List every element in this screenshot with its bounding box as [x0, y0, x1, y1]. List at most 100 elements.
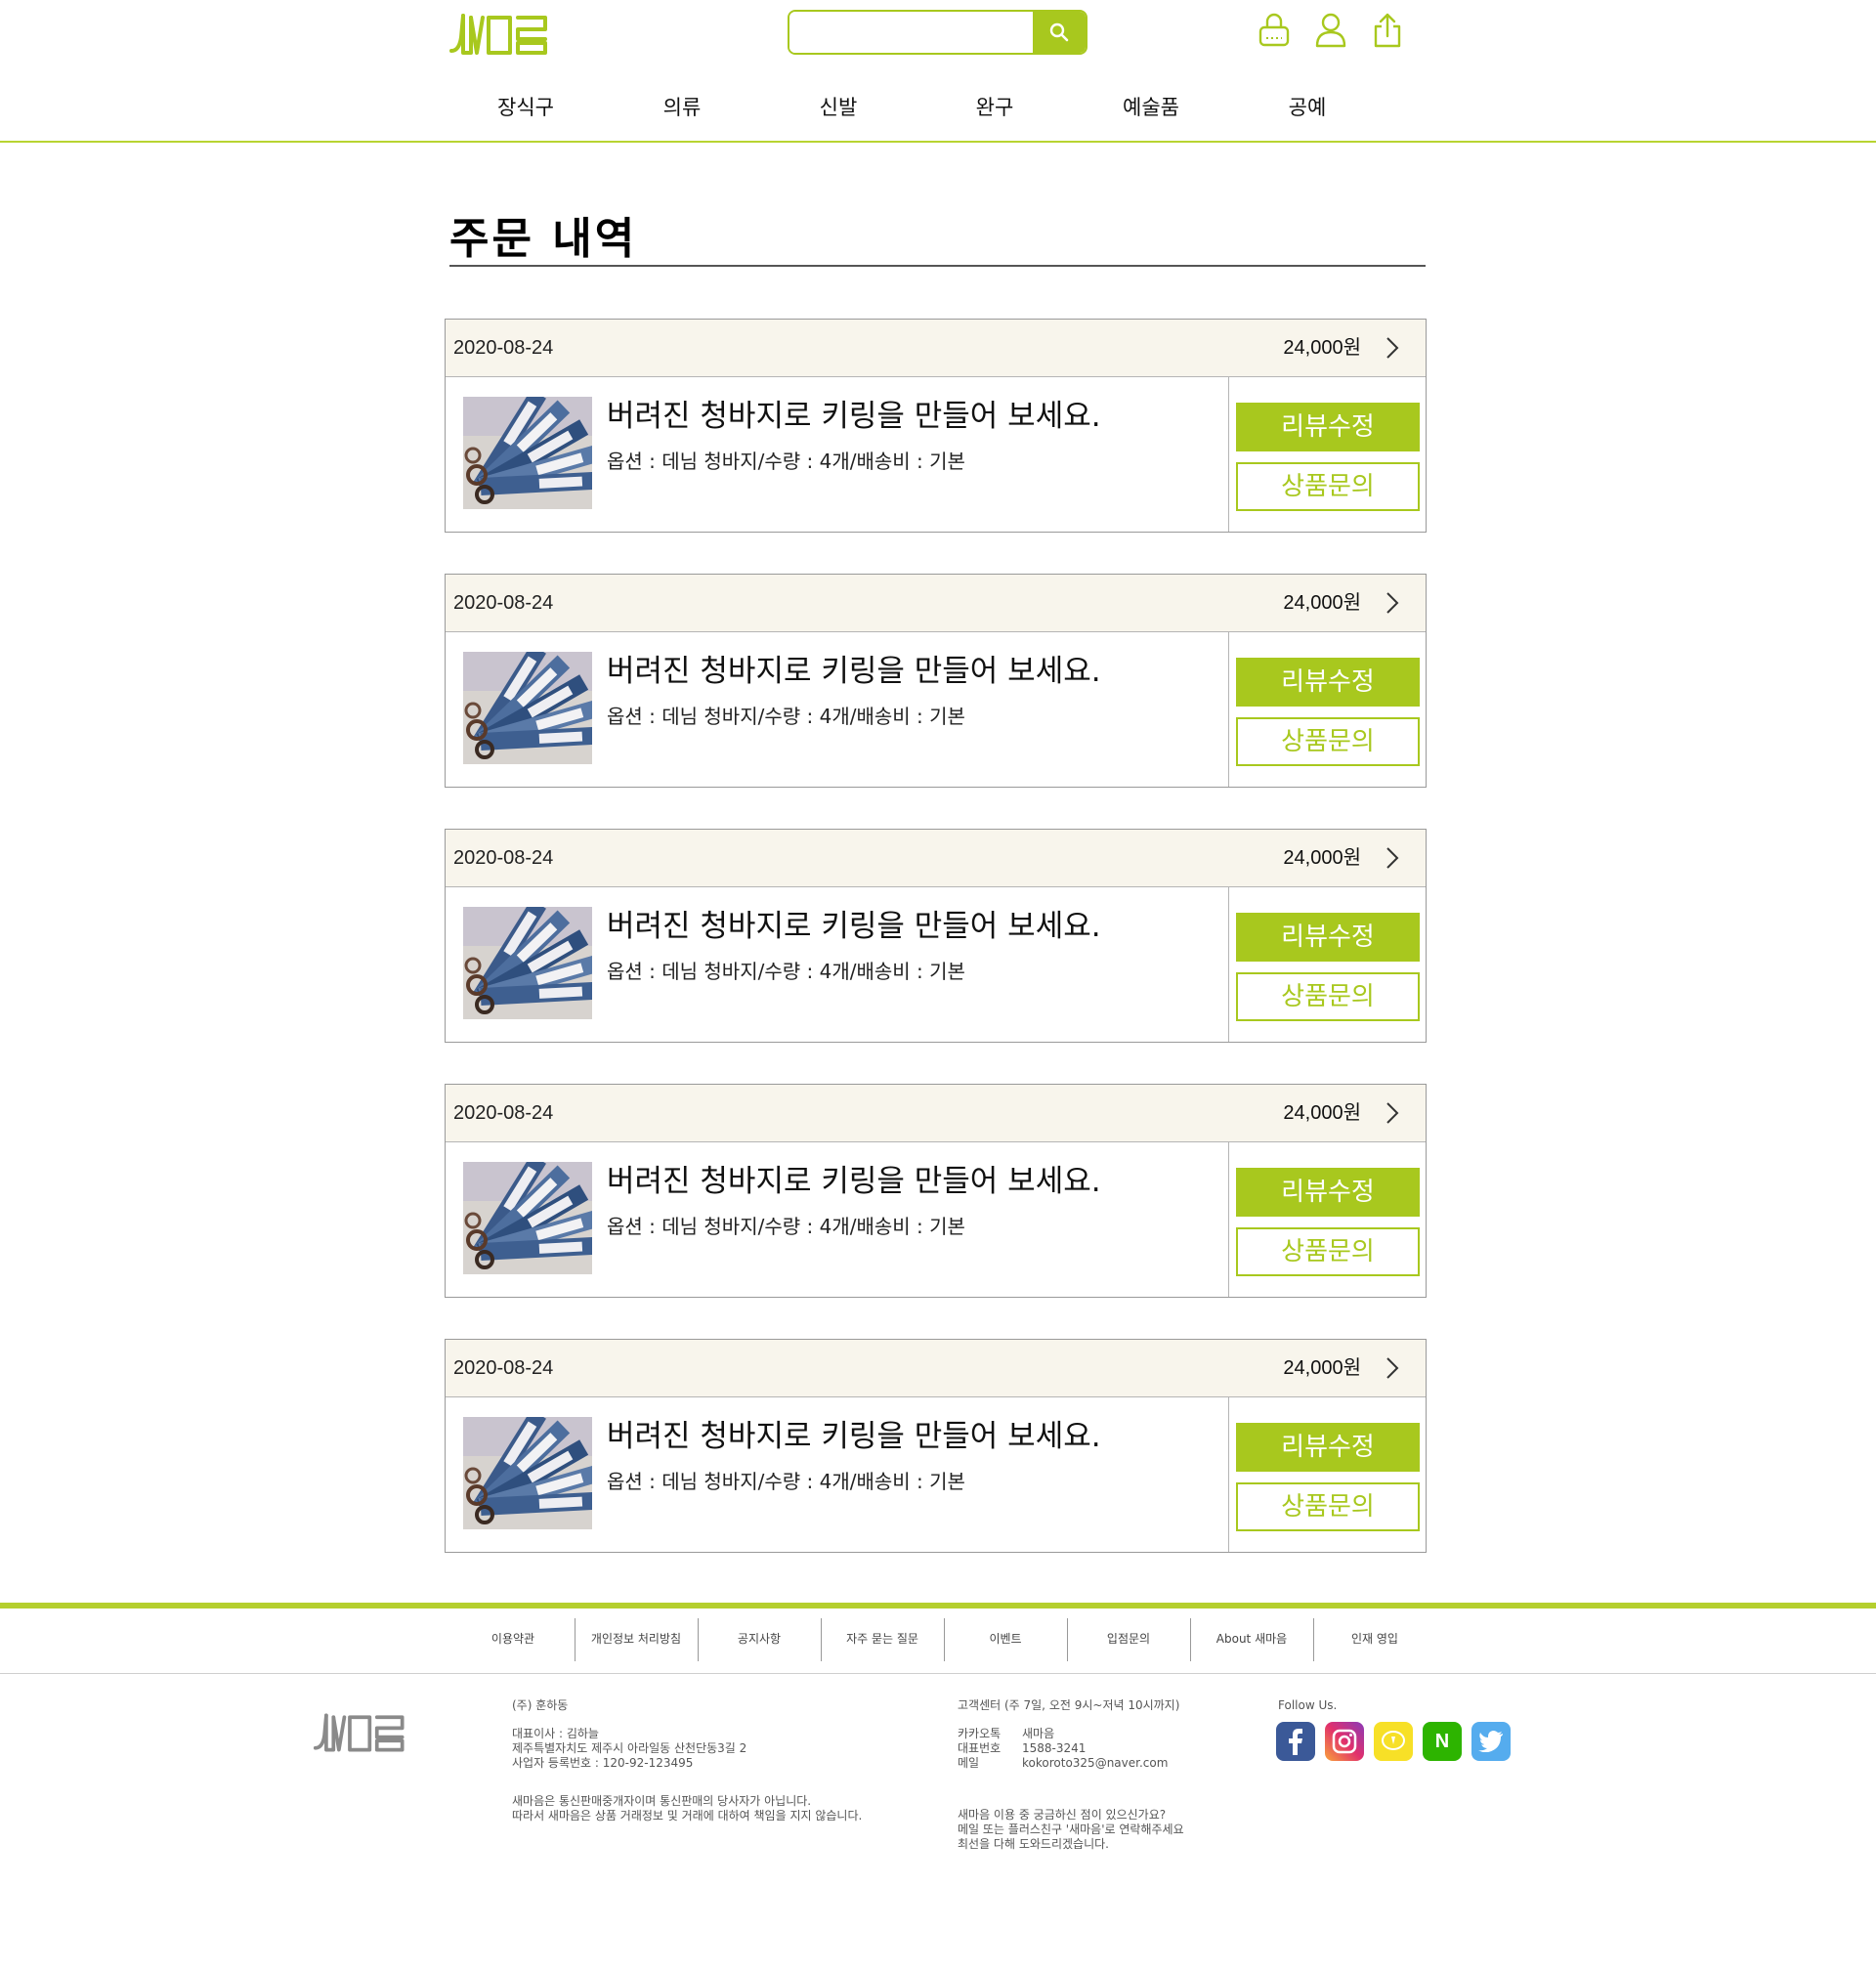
instagram-icon[interactable] [1325, 1722, 1364, 1761]
nav-item-art[interactable]: 예술품 [1073, 88, 1229, 127]
search-input[interactable] [789, 12, 1033, 53]
mail-label: 메일 [958, 1756, 980, 1770]
footer-links: 이용약관 개인정보 처리방침 공지사항 자주 묻는 질문 이벤트 입점문의 Ab… [451, 1614, 1436, 1663]
product-title[interactable]: 버려진 청바지로 키링을 만들어 보세요. [607, 1411, 1101, 1455]
product-inquiry-button[interactable]: 상품문의 [1236, 1227, 1420, 1276]
order-header: 2020-08-24 24,000원 [446, 830, 1426, 887]
search-button[interactable] [1033, 12, 1086, 53]
mail-value[interactable]: kokoroto325@naver.com [1022, 1756, 1168, 1771]
nav-item-clothing[interactable]: 의류 [604, 88, 760, 127]
product-thumbnail[interactable] [463, 1162, 592, 1274]
order-price: 24,000원 [1283, 337, 1361, 359]
cart-button[interactable] [1257, 10, 1292, 51]
footer-divider [0, 1673, 1876, 1674]
twitter-icon[interactable] [1471, 1722, 1511, 1761]
share-icon [1374, 13, 1401, 48]
product-inquiry-button[interactable]: 상품문의 [1236, 717, 1420, 766]
company-notice-1: 새마음은 통신판매중개자이며 통신판매의 당사자가 아닙니다. [512, 1794, 812, 1808]
product-title[interactable]: 버려진 청바지로 키링을 만들어 보세요. [607, 391, 1101, 435]
product-title[interactable]: 버려진 청바지로 키링을 만들어 보세요. [607, 646, 1101, 690]
customer-service: 고객센터 (주 7일, 오전 9시~저녁 10시까지) 카카오톡 새마음 대표번… [958, 1698, 1184, 1852]
footer-link-events[interactable]: 이벤트 [944, 1614, 1067, 1663]
chevron-right-icon[interactable] [1381, 846, 1404, 870]
product-thumbnail[interactable] [463, 652, 592, 764]
chevron-right-icon[interactable] [1381, 591, 1404, 615]
edit-review-button[interactable]: 리뷰수정 [1236, 1423, 1420, 1472]
order-date: 2020-08-24 [453, 1102, 554, 1124]
product-thumbnail[interactable] [463, 1417, 592, 1529]
nav-item-toys[interactable]: 완구 [917, 88, 1073, 127]
user-icon [1315, 13, 1346, 48]
order-date: 2020-08-24 [453, 847, 554, 869]
edit-review-button[interactable]: 리뷰수정 [1236, 913, 1420, 962]
footer-link-faq[interactable]: 자주 묻는 질문 [821, 1614, 944, 1663]
nav-item-crafts[interactable]: 공예 [1229, 88, 1386, 127]
order-actions: 리뷰수정 상품문의 [1228, 1397, 1426, 1552]
chevron-right-icon[interactable] [1381, 1356, 1404, 1380]
logo[interactable] [448, 8, 555, 61]
order-header: 2020-08-24 24,000원 [446, 1085, 1426, 1142]
order-date: 2020-08-24 [453, 1357, 554, 1379]
order-card: 2020-08-24 24,000원 버려진 청바지로 키링을 만들어 보세요.… [445, 319, 1427, 533]
nav-item-accessories[interactable]: 장식구 [448, 88, 604, 127]
kakao-row: 카카오톡 새마음 [958, 1727, 1184, 1741]
order-price: 24,000원 [1283, 1102, 1361, 1124]
footer-accent-bar [0, 1603, 1876, 1608]
order-date: 2020-08-24 [453, 337, 554, 359]
footer-link-about[interactable]: About 새마음 [1190, 1614, 1313, 1663]
product-thumbnail[interactable] [463, 397, 592, 509]
company-info: (주) 훈하동 대표이사 : 김하늘 제주특별자치도 제주시 아라일동 산천단동… [512, 1698, 862, 1823]
mail-row: 메일 kokoroto325@naver.com [958, 1756, 1184, 1771]
title-divider [449, 265, 1426, 267]
mypage-button[interactable] [1313, 10, 1348, 51]
order-header: 2020-08-24 24,000원 [446, 320, 1426, 377]
product-inquiry-button[interactable]: 상품문의 [1236, 972, 1420, 1021]
naver-icon[interactable]: N [1423, 1722, 1462, 1761]
footer-logo [313, 1713, 405, 1752]
product-inquiry-button[interactable]: 상품문의 [1236, 1482, 1420, 1531]
product-thumbnail[interactable] [463, 907, 592, 1019]
company-name: (주) 훈하동 [512, 1698, 569, 1712]
product-title[interactable]: 버려진 청바지로 키링을 만들어 보세요. [607, 901, 1101, 945]
share-button[interactable] [1370, 10, 1405, 51]
search-icon [1049, 22, 1069, 42]
chevron-right-icon[interactable] [1381, 336, 1404, 360]
order-price: 24,000원 [1283, 592, 1361, 614]
order-price: 24,000원 [1283, 847, 1361, 869]
order-body: 버려진 청바지로 키링을 만들어 보세요. 옵션 : 데님 청바지/수량 : 4… [446, 377, 1426, 532]
order-actions: 리뷰수정 상품문의 [1228, 1142, 1426, 1297]
service-question-3: 최선을 다해 도와드리겠습니다. [958, 1837, 1109, 1851]
service-question-2: 메일 또는 플러스친구 '새마음'로 연락해주세요 [958, 1823, 1184, 1836]
product-inquiry-button[interactable]: 상품문의 [1236, 462, 1420, 511]
order-body: 버려진 청바지로 키링을 만들어 보세요. 옵션 : 데님 청바지/수량 : 4… [446, 632, 1426, 787]
order-actions: 리뷰수정 상품문의 [1228, 377, 1426, 532]
order-body: 버려진 청바지로 키링을 만들어 보세요. 옵션 : 데님 청바지/수량 : 4… [446, 1142, 1426, 1297]
site-header: 장식구 의류 신발 완구 예술품 공예 [0, 0, 1876, 143]
order-date: 2020-08-24 [453, 592, 554, 614]
category-nav: 장식구 의류 신발 완구 예술품 공예 [448, 88, 1386, 127]
footer-link-notice[interactable]: 공지사항 [698, 1614, 821, 1663]
kakaotalk-icon[interactable] [1374, 1722, 1413, 1761]
edit-review-button[interactable]: 리뷰수정 [1236, 658, 1420, 707]
product-option: 옵션 : 데님 청바지/수량 : 4개/배송비 : 기본 [607, 450, 965, 473]
company-ceo: 대표이사 : 김하늘 [512, 1727, 599, 1740]
product-option: 옵션 : 데님 청바지/수량 : 4개/배송비 : 기본 [607, 960, 965, 983]
company-address: 제주특별자치도 제주시 아라일동 산천단동3길 2 [512, 1741, 747, 1755]
order-header: 2020-08-24 24,000원 [446, 575, 1426, 632]
order-body: 버려진 청바지로 키링을 만들어 보세요. 옵션 : 데님 청바지/수량 : 4… [446, 887, 1426, 1042]
edit-review-button[interactable]: 리뷰수정 [1236, 1168, 1420, 1217]
footer-link-terms[interactable]: 이용약관 [451, 1614, 575, 1663]
kakao-value: 새마음 [1022, 1727, 1055, 1740]
page-title: 주문 내역 [449, 214, 638, 264]
facebook-icon[interactable] [1276, 1722, 1315, 1761]
chevron-right-icon[interactable] [1381, 1101, 1404, 1125]
order-card: 2020-08-24 24,000원 버려진 청바지로 키링을 만들어 보세요.… [445, 574, 1427, 788]
order-card: 2020-08-24 24,000원 버려진 청바지로 키링을 만들어 보세요.… [445, 829, 1427, 1043]
order-price: 24,000원 [1283, 1357, 1361, 1379]
footer-link-privacy[interactable]: 개인정보 처리방침 [575, 1614, 698, 1663]
nav-item-shoes[interactable]: 신발 [760, 88, 917, 127]
footer-link-partnership[interactable]: 입점문의 [1067, 1614, 1190, 1663]
footer-link-careers[interactable]: 인재 영입 [1313, 1614, 1436, 1663]
edit-review-button[interactable]: 리뷰수정 [1236, 403, 1420, 451]
product-title[interactable]: 버려진 청바지로 키링을 만들어 보세요. [607, 1156, 1101, 1200]
